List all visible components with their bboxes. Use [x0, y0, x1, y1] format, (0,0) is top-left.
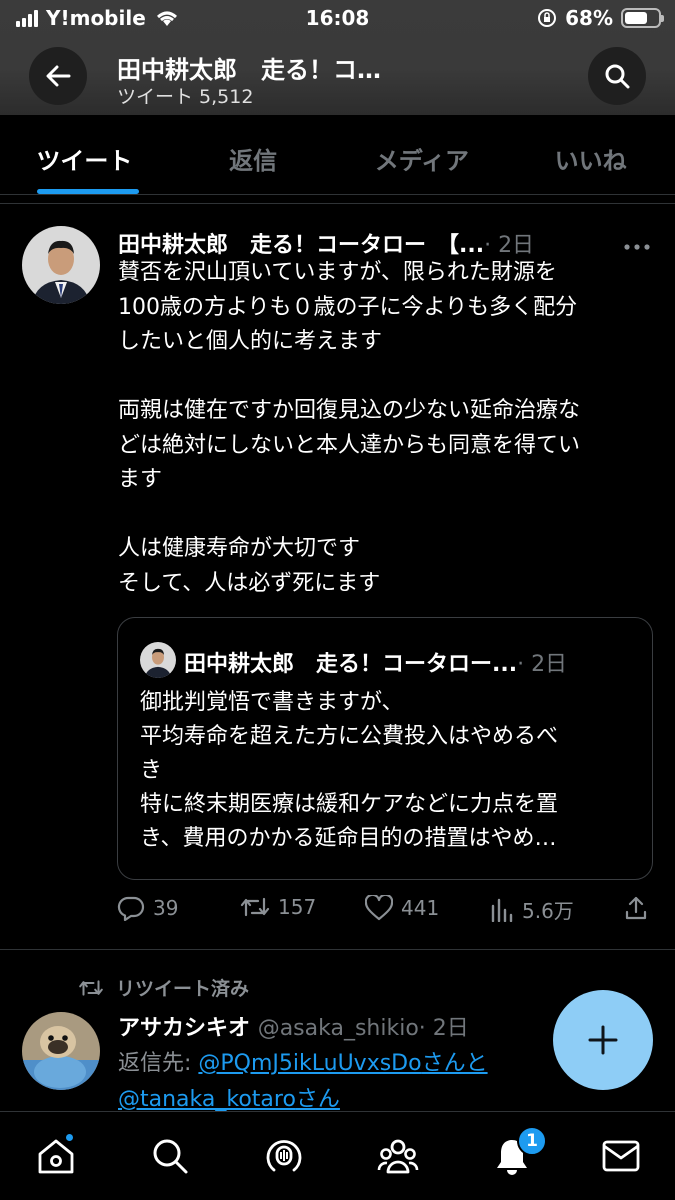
- tweet2-author[interactable]: アサカシキオ: [118, 1016, 250, 1041]
- retweet-icon: [240, 897, 270, 917]
- retweeted-indicator: リツイート済み: [78, 974, 249, 1001]
- tweet2-handle: @asaka_shikio: [257, 1016, 419, 1041]
- quoted-body: 御批判覚悟で書きますが、 平均寿命を超えた方に公費投入はやめるべ き 特に終末期…: [140, 690, 559, 851]
- rotation-lock-icon: [538, 9, 557, 27]
- profile-tabs: ツイート 返信 メディア いいね: [0, 115, 675, 195]
- bottom-navigation: 1: [0, 1111, 675, 1200]
- reply-button[interactable]: 39: [117, 895, 178, 921]
- tab-label: メディア: [374, 147, 470, 175]
- divider: [0, 949, 675, 950]
- more-horizontal-icon: [624, 244, 650, 250]
- search-icon: [153, 1139, 188, 1174]
- reply-icon: [117, 896, 145, 921]
- status-bar: Y!mobile 16:08 68%: [0, 0, 675, 36]
- views-button[interactable]: 5.6万: [490, 895, 574, 924]
- tweet-time: · 2日: [484, 233, 535, 258]
- tweet-author[interactable]: 田中耕太郎 走る！コータロー 【...: [118, 233, 484, 258]
- search-button[interactable]: [588, 47, 646, 105]
- compose-tweet-button[interactable]: [553, 990, 653, 1090]
- plus-icon: [588, 1025, 618, 1055]
- reply-to-line: 返信先: @PQmJ5ikLuUvxsDoさんと: [118, 1045, 488, 1077]
- battery-icon: [621, 8, 664, 28]
- back-button[interactable]: [29, 47, 87, 105]
- quoted-tweet[interactable]: 田中耕太郎 走る！コータロー...· 2日 御批判覚悟で書きますが、 平均寿命を…: [117, 617, 653, 880]
- tab-replies[interactable]: 返信: [169, 115, 338, 194]
- tweet2-time: · 2日: [418, 1016, 469, 1041]
- top-header: Y!mobile 16:08 68% 田中耕太郎 走る！コ… ツイート 5,51…: [0, 0, 675, 115]
- divider: [0, 203, 675, 204]
- reply-to-user-link[interactable]: @PQmJ5ikLuUvxsDoさんと: [198, 1051, 487, 1076]
- quoted-time: · 2日: [517, 652, 568, 677]
- search-icon: [605, 64, 630, 89]
- tweet2-author-line: アサカシキオ @asaka_shikio· 2日: [118, 1010, 469, 1042]
- view-count: 5.6万: [522, 899, 574, 923]
- like-button[interactable]: 441: [365, 895, 439, 921]
- spaces-icon: [266, 1140, 302, 1172]
- battery-percent: 68%: [565, 6, 613, 30]
- avatar[interactable]: [22, 1012, 100, 1090]
- reply-to-user-link[interactable]: @tanaka_kotaroさん: [118, 1087, 340, 1112]
- retweeted-label: リツイート済み: [116, 978, 250, 1000]
- like-count: 441: [401, 896, 440, 920]
- quoted-author-line: 田中耕太郎 走る！コータロー...· 2日: [184, 646, 567, 678]
- tab-label: いいね: [554, 147, 627, 175]
- arrow-left-icon: [46, 65, 71, 87]
- active-tab-indicator: [36, 189, 139, 194]
- nav-communities[interactable]: [376, 1134, 420, 1178]
- reply-count: 39: [153, 896, 179, 920]
- retweet-button[interactable]: 157: [240, 895, 316, 919]
- analytics-icon: [491, 898, 513, 922]
- tweet-actions: 39 157 441 5.6万: [117, 895, 657, 927]
- retweet-icon: [79, 979, 103, 996]
- tab-likes[interactable]: いいね: [506, 115, 675, 194]
- communities-icon: [377, 1139, 419, 1174]
- nav-spaces[interactable]: [262, 1134, 306, 1178]
- notification-badge: 1: [517, 1126, 547, 1156]
- dog-photo: [22, 1012, 100, 1090]
- reply-user2: @tanaka_kotaro: [118, 1087, 296, 1112]
- tab-tweets[interactable]: ツイート: [0, 115, 169, 194]
- profile-name-title: 田中耕太郎 走る！コ…: [117, 56, 381, 84]
- tab-label: ツイート: [36, 147, 133, 175]
- profile-photo: [140, 642, 176, 678]
- tweet-author-line: 田中耕太郎 走る！コータロー 【...· 2日: [118, 227, 534, 259]
- tweet-body: 賛否を沢山頂いていますが、限られた財源を 100歳の方よりも０歳の子に今よりも多…: [118, 260, 581, 596]
- tweet-count: ツイート 5,512: [117, 86, 254, 108]
- share-button[interactable]: [624, 895, 648, 921]
- profile-photo: [22, 226, 100, 304]
- tab-media[interactable]: メディア: [338, 115, 507, 194]
- heart-icon: [365, 895, 393, 921]
- reply-user1: @PQmJ5ikLuUvxsDo: [198, 1051, 422, 1076]
- tab-label: 返信: [229, 147, 278, 175]
- reply-san1: さんと: [421, 1051, 488, 1076]
- retweet-count: 157: [278, 895, 317, 919]
- quoted-avatar: [140, 642, 176, 678]
- avatar[interactable]: [22, 226, 100, 304]
- share-icon: [625, 896, 647, 920]
- nav-messages[interactable]: [599, 1134, 643, 1178]
- reply-to-line-2: @tanaka_kotaroさん: [118, 1081, 340, 1113]
- nav-notifications[interactable]: 1: [490, 1126, 547, 1178]
- quoted-author: 田中耕太郎 走る！コータロー...: [184, 652, 518, 677]
- reply-to-prefix: 返信先:: [118, 1051, 199, 1076]
- more-options-button[interactable]: [623, 236, 651, 255]
- mail-icon: [602, 1140, 640, 1172]
- unread-dot: [64, 1132, 75, 1143]
- nav-home[interactable]: [34, 1132, 78, 1178]
- reply-san2: さん: [295, 1087, 340, 1112]
- nav-search[interactable]: [148, 1134, 192, 1178]
